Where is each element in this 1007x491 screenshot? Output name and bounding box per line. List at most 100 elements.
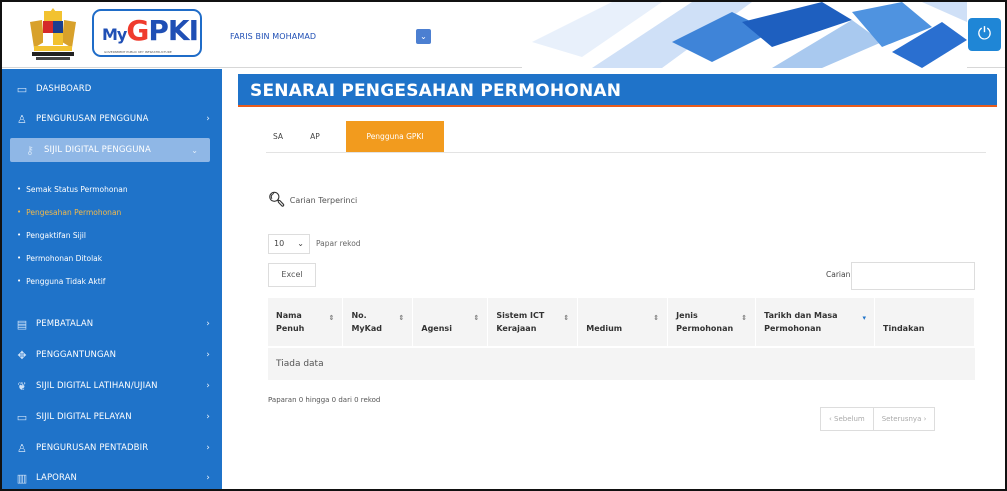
- sidebar-item-pengurusan-pengguna[interactable]: ♙ PENGURUSAN PENGGUNA ›: [2, 107, 222, 131]
- sidebar-subitem-pengaktifan[interactable]: • Pengaktifan Sijil: [2, 224, 222, 246]
- user-name: FARIS BIN MOHAMAD: [230, 32, 317, 41]
- main-content: SENARAI PENGESAHAN PERMOHONAN SA AP Peng…: [238, 74, 997, 489]
- leaf-icon: ❦: [17, 379, 27, 393]
- move-icon: ✥: [17, 348, 27, 362]
- chevron-down-icon[interactable]: ⌄: [416, 29, 431, 44]
- sidebar-item-label: PENGGANTUNGAN: [36, 350, 117, 360]
- tab-sa[interactable]: SA: [266, 121, 290, 152]
- monitor-icon: ▭: [16, 82, 28, 96]
- chevron-right-icon: ›: [206, 473, 210, 483]
- chevron-down-icon: ⌄: [191, 145, 198, 155]
- excel-export-button[interactable]: Excel: [268, 263, 316, 287]
- page-title: SENARAI PENGESAHAN PERMOHONAN: [250, 81, 622, 101]
- table-header-row: Nama Penuh ⇕ No. MyKad ⇕ Agensi ⇕ Sistem ICT K…: [268, 298, 975, 347]
- sidebar-subitem-pengesahan[interactable]: • Pengesahan Permohonan: [2, 201, 222, 223]
- col-mykad[interactable]: No. MyKad ⇕: [342, 298, 414, 347]
- sidebar-item-sijil-latihan[interactable]: ❦ SIJIL DIGITAL LATIHAN/UJIAN ›: [2, 374, 222, 398]
- sidebar-subitem-label: Permohonan Ditolak: [26, 253, 103, 263]
- search-label: Carian:: [826, 270, 853, 279]
- col-jenis-permohonan[interactable]: Jenis Permohonan ⇕: [667, 298, 757, 347]
- advanced-search-link[interactable]: 🔍︎ Carian Terperinci: [268, 192, 357, 208]
- col-agensi[interactable]: Agensi ⇕: [412, 298, 489, 347]
- sort-icon: ⇕: [398, 314, 405, 322]
- chevron-right-icon: ›: [206, 350, 210, 360]
- sidebar-subitem-tidak-aktif[interactable]: • Pengguna Tidak Aktif: [2, 270, 222, 292]
- bullet-icon: •: [17, 277, 22, 285]
- empty-table-message: Tiada data: [268, 346, 975, 380]
- tab-bar: SA AP Pengguna GPKI: [266, 121, 986, 153]
- tab-ap[interactable]: AP: [304, 121, 326, 152]
- power-icon[interactable]: ⏻: [968, 18, 1001, 51]
- page-length-select[interactable]: 10 ⌄: [268, 234, 310, 254]
- mygpki-logo[interactable]: MyGPKI GOVERNMENT PUBLIC KEY INFRASTRUCT…: [92, 9, 202, 57]
- top-header: MyGPKI GOVERNMENT PUBLIC KEY INFRASTRUCT…: [2, 2, 1005, 68]
- advanced-search-label: Carian Terperinci: [289, 195, 358, 205]
- key-icon: ⚷: [25, 143, 35, 157]
- prev-page-button[interactable]: ‹ Sebelum: [821, 408, 873, 430]
- list-icon: ▤: [16, 317, 28, 331]
- chart-icon: ▥: [16, 471, 28, 485]
- col-tindakan: Tindakan: [874, 298, 975, 347]
- bullet-icon: •: [17, 208, 22, 216]
- sidebar-item-pengurusan-pentadbir[interactable]: ♙ PENGURUSAN PENTADBIR ›: [2, 436, 222, 460]
- chevron-right-icon: ›: [206, 443, 210, 453]
- sidebar-item-sijil-pelayan[interactable]: ▭ SIJIL DIGITAL PELAYAN ›: [2, 405, 222, 429]
- sidebar-item-label: LAPORAN: [36, 473, 77, 483]
- sort-icon: ⇕: [653, 314, 660, 322]
- sidebar-subitem-label: Semak Status Permohonan: [26, 184, 128, 194]
- tab-pengguna-gpki[interactable]: Pengguna GPKI: [346, 121, 444, 152]
- chevron-right-icon: ›: [206, 412, 210, 422]
- applications-table: Nama Penuh ⇕ No. MyKad ⇕ Agensi ⇕ Sistem ICT K…: [268, 298, 975, 380]
- col-tarikh-masa[interactable]: Tarikh dan Masa Permohonan ▾: [755, 298, 876, 347]
- sidebar-item-label: PENGURUSAN PENGGUNA: [36, 114, 149, 124]
- app-frame: MyGPKI GOVERNMENT PUBLIC KEY INFRASTRUCT…: [0, 0, 1007, 491]
- sort-desc-icon: ▾: [862, 314, 867, 322]
- chevron-right-icon: ›: [206, 114, 210, 124]
- user-icon: ♙: [17, 112, 27, 126]
- sidebar-item-label: DASHBOARD: [36, 84, 92, 94]
- bullet-icon: •: [17, 254, 22, 262]
- sidebar-subitem-semak-status[interactable]: • Semak Status Permohonan: [2, 178, 222, 200]
- sidebar-item-pembatalan[interactable]: ▤ PEMBATALAN ›: [2, 312, 222, 336]
- sort-icon: ⇕: [741, 314, 748, 322]
- sidebar-item-label: PEMBATALAN: [36, 319, 94, 329]
- page-title-bar: SENARAI PENGESAHAN PERMOHONAN: [238, 74, 997, 107]
- col-medium[interactable]: Medium ⇕: [577, 298, 669, 347]
- sidebar-subitem-label: Pengaktifan Sijil: [26, 230, 86, 240]
- bullet-icon: •: [17, 185, 22, 193]
- search-icon: 🔍︎: [268, 192, 286, 208]
- col-nama-penuh[interactable]: Nama Penuh ⇕: [268, 298, 344, 347]
- sidebar-subitem-label: Pengguna Tidak Aktif: [26, 276, 106, 286]
- page-length-label: Papar rekod: [316, 239, 361, 248]
- search-input[interactable]: [851, 262, 975, 290]
- chevron-right-icon: ›: [206, 319, 210, 329]
- monitor-icon: ▭: [16, 410, 28, 424]
- chevron-right-icon: ›: [206, 381, 210, 391]
- sidebar-subitem-ditolak[interactable]: • Permohonan Ditolak: [2, 247, 222, 269]
- decorative-banner: [522, 2, 967, 68]
- table-row: Tiada data: [268, 346, 975, 380]
- sidebar-item-label: SIJIL DIGITAL LATIHAN/UJIAN: [36, 381, 158, 391]
- col-sistem-ict[interactable]: Sistem ICT Kerajaan ⇕: [487, 298, 579, 347]
- sort-icon: ⇕: [328, 314, 335, 322]
- user-icon: ♙: [17, 441, 27, 455]
- sidebar: ▭ DASHBOARD ♙ PENGURUSAN PENGGUNA › ⚷ SI…: [2, 69, 222, 489]
- sort-icon: ⇕: [473, 314, 480, 322]
- logo-subtitle: GOVERNMENT PUBLIC KEY INFRASTRUCTURE: [104, 50, 172, 54]
- sidebar-subitem-label: Pengesahan Permohonan: [26, 207, 122, 217]
- page-length-value: 10: [274, 239, 285, 248]
- next-page-button[interactable]: Seterusnya ›: [872, 408, 935, 430]
- chevron-down-icon: ⌄: [297, 239, 304, 248]
- sidebar-item-label: SIJIL DIGITAL PENGGUNA: [44, 145, 151, 155]
- sidebar-item-label: SIJIL DIGITAL PELAYAN: [36, 412, 132, 422]
- sidebar-item-laporan[interactable]: ▥ LAPORAN ›: [2, 466, 222, 489]
- sidebar-item-penggantungan[interactable]: ✥ PENGGANTUNGAN ›: [2, 343, 222, 367]
- sidebar-item-label: PENGURUSAN PENTADBIR: [36, 443, 149, 453]
- sidebar-item-sijil-digital-pengguna[interactable]: ⚷ SIJIL DIGITAL PENGGUNA ⌄: [10, 138, 210, 162]
- malaysia-crest-logo: [30, 8, 76, 60]
- bullet-icon: •: [17, 231, 22, 239]
- table-info: Paparan 0 hingga 0 dari 0 rekod: [268, 396, 381, 404]
- sidebar-item-dashboard[interactable]: ▭ DASHBOARD: [2, 77, 222, 101]
- sort-icon: ⇕: [563, 314, 570, 322]
- pagination: ‹ Sebelum Seterusnya ›: [820, 407, 936, 431]
